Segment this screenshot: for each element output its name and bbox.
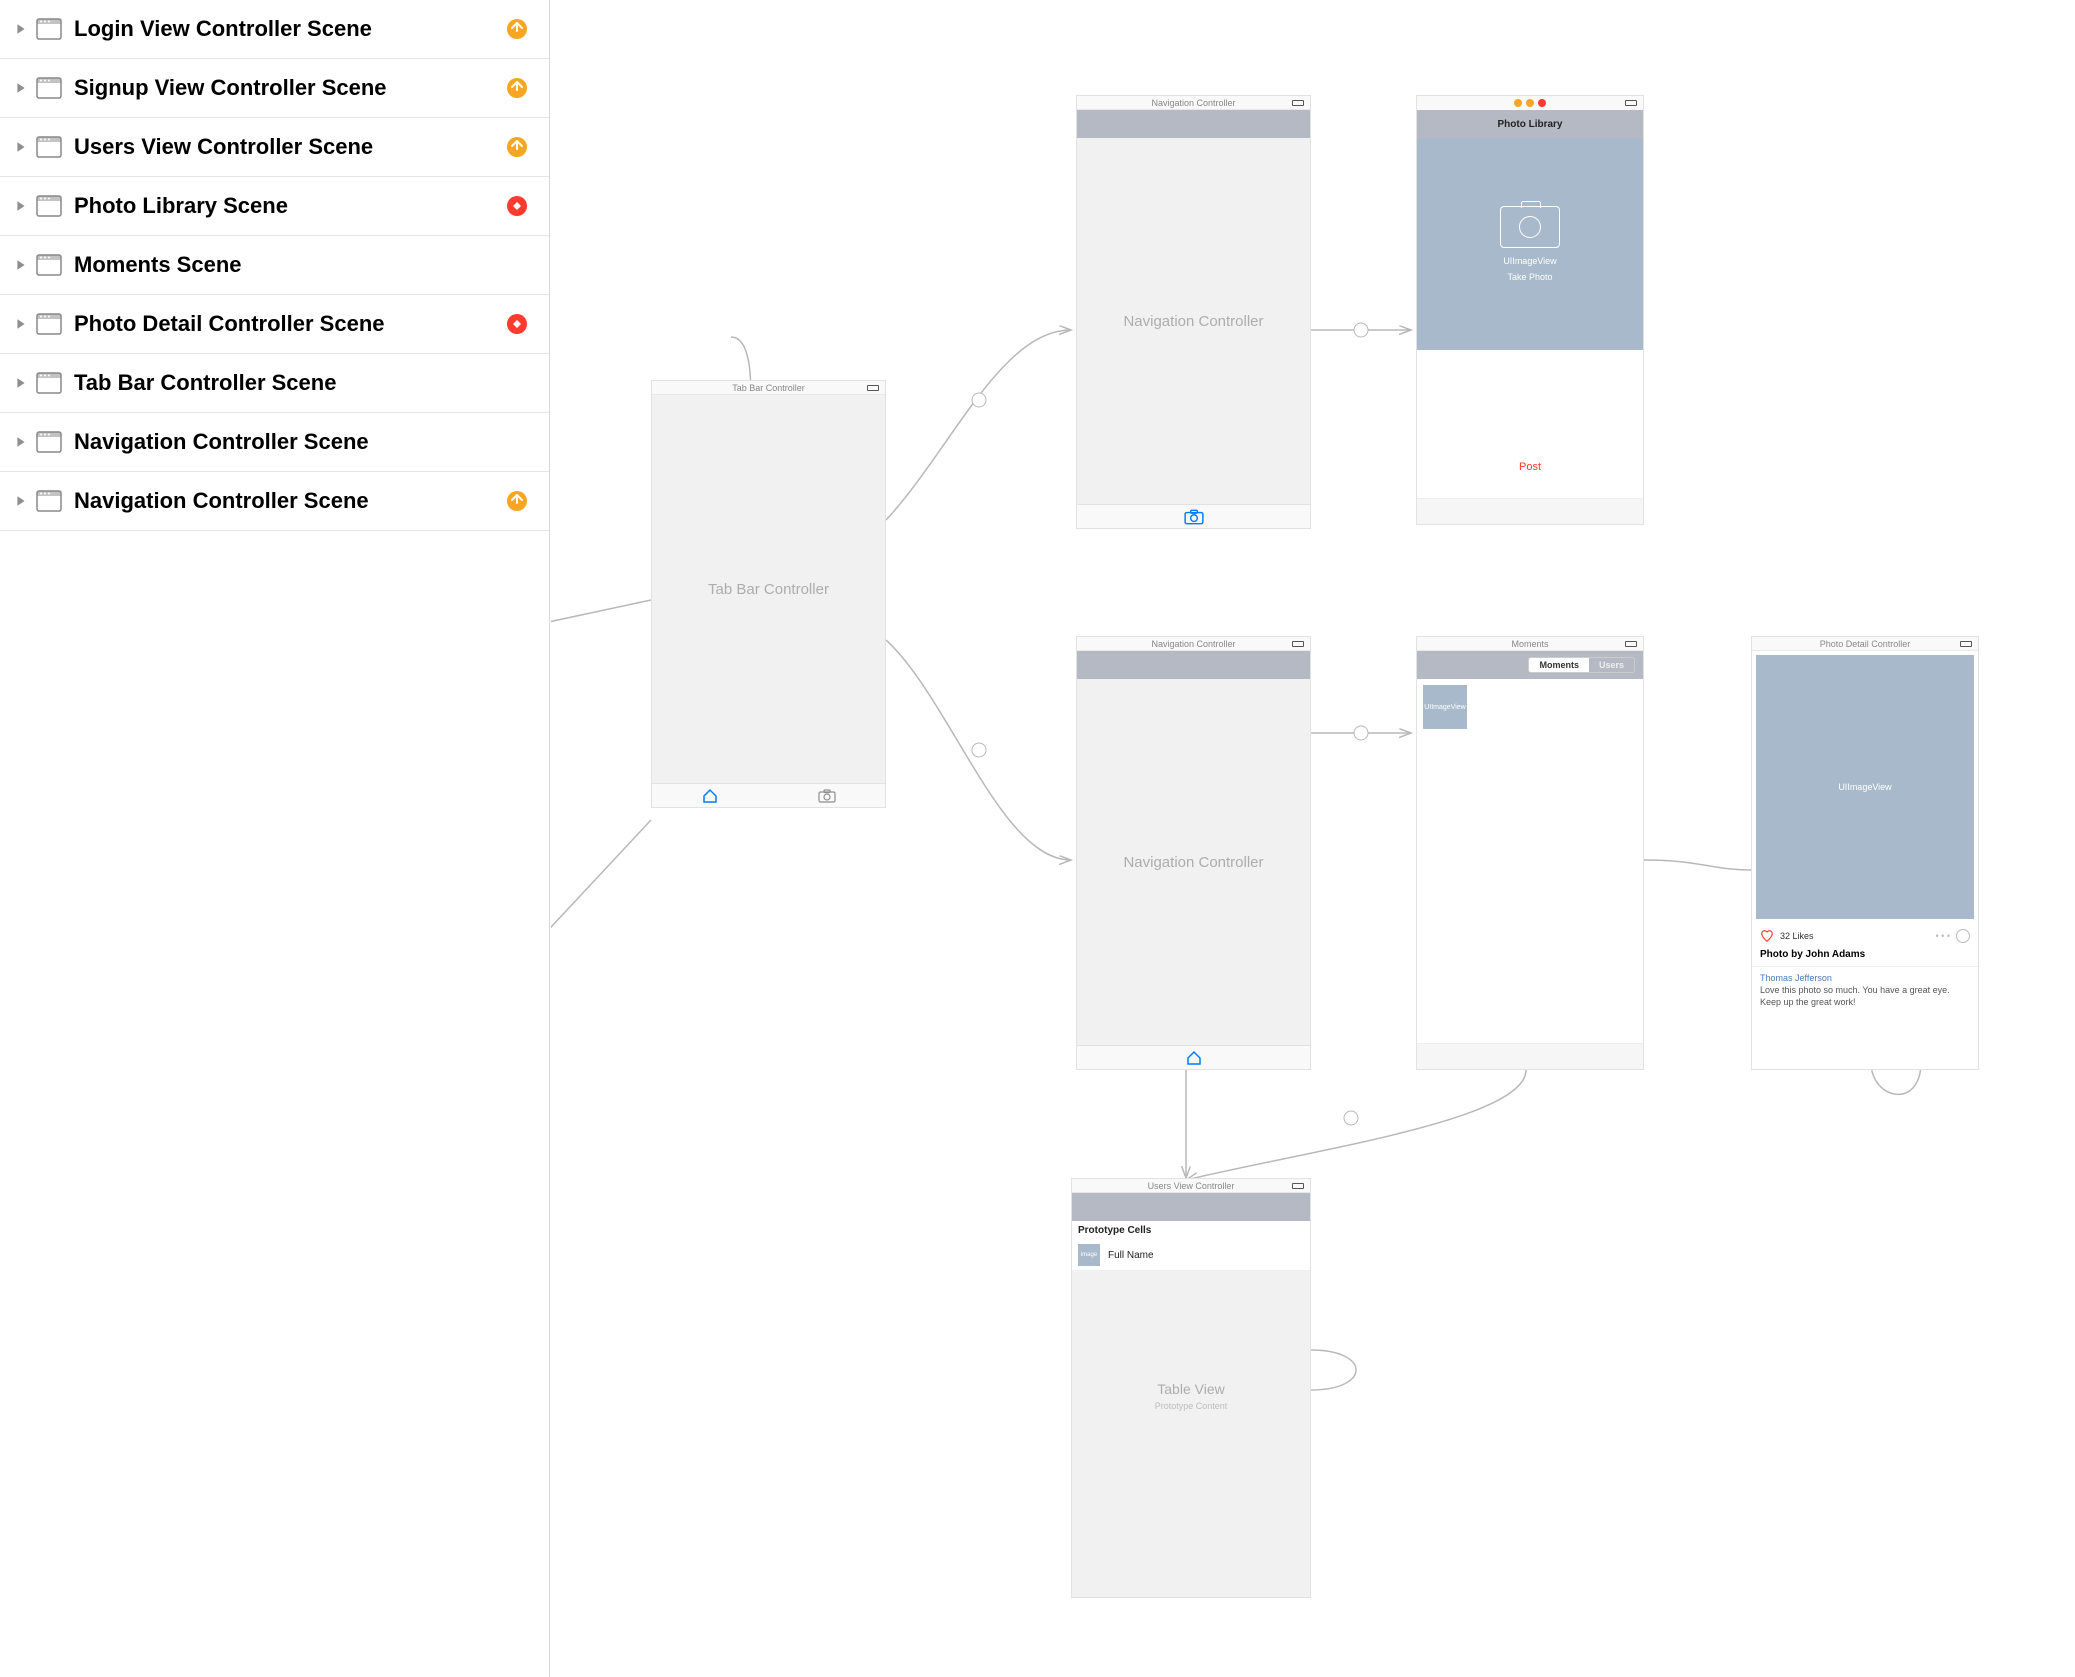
disclosure-triangle-icon[interactable] <box>12 315 30 333</box>
scene-titlebar-dots <box>1417 96 1643 110</box>
storyboard-scene-icon <box>36 254 62 276</box>
tabbar-controller-scene[interactable]: Tab Bar Controller Tab Bar Controller <box>651 380 886 808</box>
storyboard-scene-icon <box>36 195 62 217</box>
warning-status-icon <box>505 76 529 100</box>
nav-bar <box>1077 651 1310 679</box>
tab-bar <box>1077 1045 1310 1069</box>
camera-icon <box>1500 206 1560 248</box>
post-button[interactable]: Post <box>1417 436 1643 498</box>
likes-row: 32 Likes • • • <box>1752 923 1978 949</box>
segment-moments[interactable]: Moments <box>1529 658 1589 672</box>
outline-sidebar: Login View Controller Scene Signup View … <box>0 0 550 1677</box>
disclosure-triangle-icon[interactable] <box>12 20 30 38</box>
disclosure-triangle-icon[interactable] <box>12 433 30 451</box>
disclosure-triangle-icon[interactable] <box>12 492 30 510</box>
more-actions[interactable]: • • • <box>1936 929 1970 943</box>
warning-status-icon <box>505 489 529 513</box>
storyboard-scene-icon <box>36 372 62 394</box>
collection-cell-imageview[interactable]: UIImageView <box>1423 685 1467 729</box>
scene-row-nav1[interactable]: Navigation Controller Scene <box>0 413 549 472</box>
scene-body-label: Navigation Controller <box>1077 679 1310 1045</box>
scene-title: Tab Bar Controller <box>652 381 885 395</box>
storyboard-scene-icon <box>36 490 62 512</box>
disclosure-triangle-icon[interactable] <box>12 138 30 156</box>
scene-row-nav2[interactable]: Navigation Controller Scene <box>0 472 549 531</box>
storyboard-scene-icon <box>36 77 62 99</box>
scene-title: Navigation Controller <box>1077 96 1310 110</box>
nav-bar: Moments Users <box>1417 651 1643 679</box>
imageview-label: UIImageView <box>1503 256 1556 266</box>
scene-label: Login View Controller Scene <box>74 16 505 42</box>
scene-title: Navigation Controller <box>1077 637 1310 651</box>
scene-label: Users View Controller Scene <box>74 134 505 160</box>
photo-lib-imageview[interactable]: UIImageView Take Photo <box>1417 138 1643 350</box>
tableview-sublabel: Prototype Content <box>1072 1401 1310 1411</box>
scene-label: Photo Detail Controller Scene <box>74 311 505 337</box>
home-tab-icon[interactable] <box>1184 1050 1204 1066</box>
likes-count: 32 Likes <box>1780 931 1814 941</box>
segment-control[interactable]: Moments Users <box>1528 657 1635 673</box>
storyboard-scene-icon <box>36 313 62 335</box>
cell-thumbnail: image <box>1078 1244 1100 1266</box>
cell-fullname-label: Full Name <box>1108 1250 1154 1261</box>
more-dots-icon: • • • <box>1936 931 1950 941</box>
storyboard-scene-icon <box>36 18 62 40</box>
scene-label: Tab Bar Controller Scene <box>74 370 529 396</box>
scene-label: Photo Library Scene <box>74 193 505 219</box>
scene-row-signup[interactable]: Signup View Controller Scene <box>0 59 549 118</box>
moments-scene[interactable]: Moments Moments Users UIImageView <box>1416 636 1644 1070</box>
scene-label: Signup View Controller Scene <box>74 75 505 101</box>
tab-bar <box>652 783 885 807</box>
nav-bar <box>1072 1193 1310 1221</box>
prototype-cell[interactable]: image Full Name <box>1072 1240 1310 1271</box>
disclosure-triangle-icon[interactable] <box>12 79 30 97</box>
scene-row-tabbar[interactable]: Tab Bar Controller Scene <box>0 354 549 413</box>
tab-bar <box>1077 504 1310 528</box>
disclosure-triangle-icon[interactable] <box>12 256 30 274</box>
nav-controller-home-scene[interactable]: Navigation Controller Navigation Control… <box>1076 636 1311 1070</box>
scene-row-photodetail[interactable]: Photo Detail Controller Scene <box>0 295 549 354</box>
scene-row-users[interactable]: Users View Controller Scene <box>0 118 549 177</box>
storyboard-canvas[interactable]: Tab Bar Controller Tab Bar Controller Na… <box>551 0 2075 1677</box>
scene-row-moments[interactable]: Moments Scene <box>0 236 549 295</box>
photo-library-scene[interactable]: Photo Library UIImageView Take Photo Pos… <box>1416 95 1644 525</box>
disclosure-triangle-icon[interactable] <box>12 197 30 215</box>
scene-label: Moments Scene <box>74 252 529 278</box>
comment-text: Love this photo so much. You have a grea… <box>1752 985 1978 1016</box>
tableview-label: Table View <box>1072 1271 1310 1397</box>
scene-label: Navigation Controller Scene <box>74 429 529 455</box>
scene-title: Photo Detail Controller <box>1752 637 1978 651</box>
heart-icon[interactable] <box>1760 929 1774 943</box>
storyboard-scene-icon <box>36 136 62 158</box>
comment-bubble-icon <box>1956 929 1970 943</box>
scene-title: Moments <box>1417 637 1643 651</box>
warning-status-icon <box>505 135 529 159</box>
camera-tab-icon[interactable] <box>1184 509 1204 525</box>
take-photo-label: Take Photo <box>1507 272 1552 282</box>
camera-tab-icon[interactable] <box>817 788 837 804</box>
scene-row-photolib[interactable]: Photo Library Scene <box>0 177 549 236</box>
photo-detail-scene[interactable]: Photo Detail Controller UIImageView 32 L… <box>1751 636 1979 1070</box>
disclosure-triangle-icon[interactable] <box>12 374 30 392</box>
nav-controller-camera-scene[interactable]: Navigation Controller Navigation Control… <box>1076 95 1311 529</box>
scene-title: Users View Controller <box>1072 1179 1310 1193</box>
nav-bar <box>1077 110 1310 138</box>
storyboard-scene-icon <box>36 431 62 453</box>
users-view-scene[interactable]: Users View Controller Prototype Cells im… <box>1071 1178 1311 1598</box>
scene-row-login[interactable]: Login View Controller Scene <box>0 0 549 59</box>
commenter-name[interactable]: Thomas Jefferson <box>1752 969 1978 985</box>
warning-status-icon <box>505 17 529 41</box>
home-tab-icon[interactable] <box>700 788 720 804</box>
scene-label: Navigation Controller Scene <box>74 488 505 514</box>
segment-users[interactable]: Users <box>1589 658 1634 672</box>
photo-author: Photo by John Adams <box>1752 949 1978 964</box>
prototype-cells-header: Prototype Cells <box>1072 1221 1310 1240</box>
nav-bar-title: Photo Library <box>1417 110 1643 138</box>
error-status-icon <box>505 312 529 336</box>
error-status-icon <box>505 194 529 218</box>
scene-body-label: Navigation Controller <box>1077 138 1310 504</box>
scene-body-label: Tab Bar Controller <box>652 395 885 783</box>
detail-imageview[interactable]: UIImageView <box>1756 655 1974 919</box>
